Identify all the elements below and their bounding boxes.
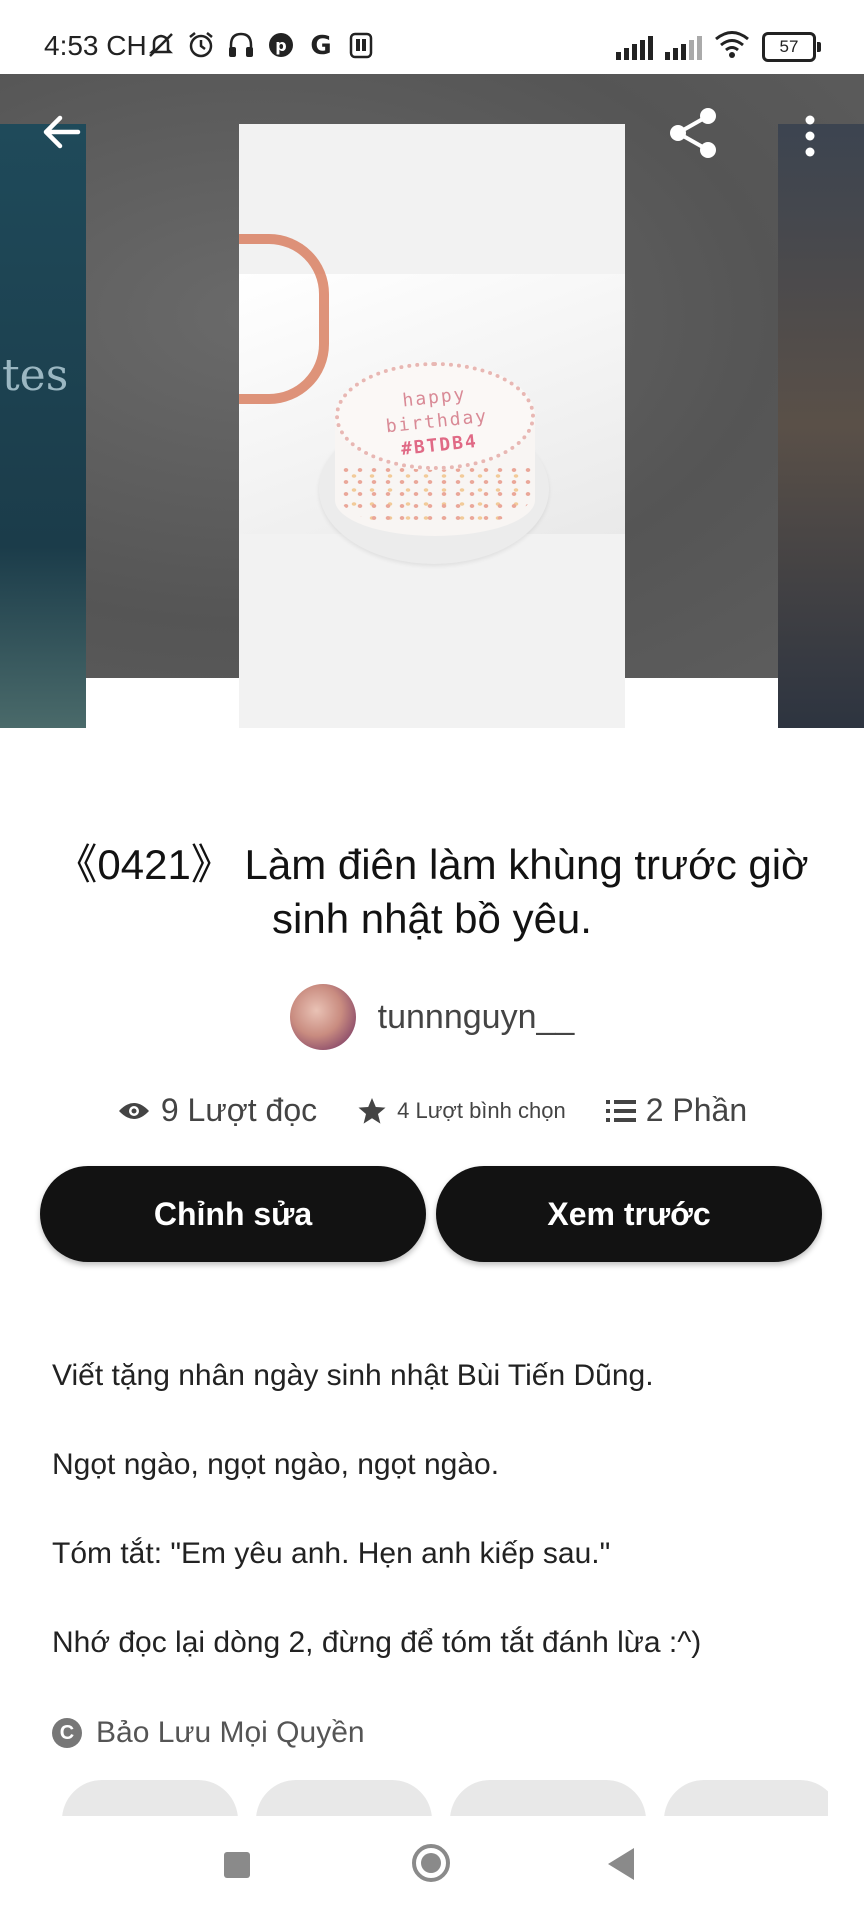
tag-list [62, 1780, 828, 1816]
adjacent-cover-left[interactable]: tes [0, 124, 86, 728]
cake-sprinkles [339, 464, 531, 528]
author-row[interactable]: tunnnguyn__ [0, 984, 864, 1050]
tag-chip[interactable] [62, 1780, 238, 1816]
description-line: Tóm tắt: "Em yêu anh. Hẹn anh kiếp sau." [52, 1537, 611, 1570]
preview-button[interactable]: Xem trước [436, 1166, 822, 1262]
back-button[interactable] [38, 108, 86, 156]
google-icon: G [306, 30, 336, 61]
share-icon [670, 108, 716, 158]
svg-text:p: p [275, 36, 286, 55]
cover-left-text: tes [2, 350, 69, 401]
pinterest-icon: p [266, 30, 296, 60]
eye-icon [118, 1102, 149, 1119]
description-line: Ngọt ngào, ngọt ngào, ngọt ngào. [52, 1448, 500, 1481]
story-title: 《0421》 Làm điên làm khùng trước giờ sinh… [55, 841, 809, 942]
star-icon [358, 1097, 386, 1124]
svg-text:G: G [310, 31, 331, 60]
avatar[interactable] [289, 984, 356, 1050]
story-stats: 9 Lượt đọc 4 Lượt bình chọn 2 Phần [0, 1092, 864, 1129]
copyright-row: C Bảo Lưu Mọi Quyền [52, 1716, 365, 1750]
author-name[interactable]: tunnnguyn__ [378, 998, 575, 1037]
story-cover[interactable]: happy birthday #BTDB4 [239, 124, 625, 728]
home-icon[interactable] [412, 1844, 450, 1882]
more-vertical-icon [805, 115, 815, 157]
edit-button[interactable]: Chỉnh sửa [40, 1166, 426, 1262]
cover-decoration [239, 234, 329, 404]
copyright-label: Bảo Lưu Mọi Quyền [96, 1716, 365, 1749]
notification-icons: p G [146, 30, 376, 61]
votes-stat: 4 Lượt bình chọn [357, 1096, 566, 1126]
system-navigation-bar [0, 1816, 864, 1920]
parts-count: 2 Phần [645, 1092, 748, 1128]
signal-icon [616, 34, 653, 60]
status-time: 4:53 CH [44, 30, 147, 61]
parts-stat: 2 Phần [605, 1092, 748, 1129]
battery-icon: 57 [762, 31, 821, 62]
tag-chip[interactable] [256, 1780, 432, 1816]
alarm-icon [186, 30, 216, 60]
wifi-icon [714, 30, 750, 63]
votes-count: 4 Lượt bình chọn [397, 1097, 566, 1123]
back-icon[interactable] [608, 1848, 634, 1880]
more-options-button[interactable] [792, 112, 828, 160]
arrow-left-icon [43, 115, 81, 149]
list-icon [605, 1099, 636, 1122]
mute-icon [146, 30, 176, 60]
status-bar: 4:53 CH p G 57 [0, 0, 864, 74]
description-line: Nhớ đọc lại dòng 2, đừng để tóm tắt đánh… [52, 1626, 702, 1659]
recents-icon[interactable] [224, 1852, 250, 1878]
reads-stat: 9 Lượt đọc [117, 1092, 317, 1129]
system-status: 57 [616, 30, 821, 63]
app-icon [346, 30, 376, 60]
adjacent-cover-right[interactable] [778, 124, 864, 728]
story-description: Viết tặng nhân ngày sinh nhật Bùi Tiến D… [52, 1359, 832, 1718]
headphones-icon [226, 30, 256, 60]
tag-chip[interactable] [450, 1780, 646, 1816]
copyright-icon: C [52, 1718, 82, 1748]
signal-icon [665, 34, 702, 60]
tag-chip[interactable] [664, 1780, 828, 1816]
share-button[interactable] [666, 106, 720, 160]
description-line: Viết tặng nhân ngày sinh nhật Bùi Tiến D… [52, 1359, 654, 1392]
reads-count: 9 Lượt đọc [160, 1092, 318, 1128]
